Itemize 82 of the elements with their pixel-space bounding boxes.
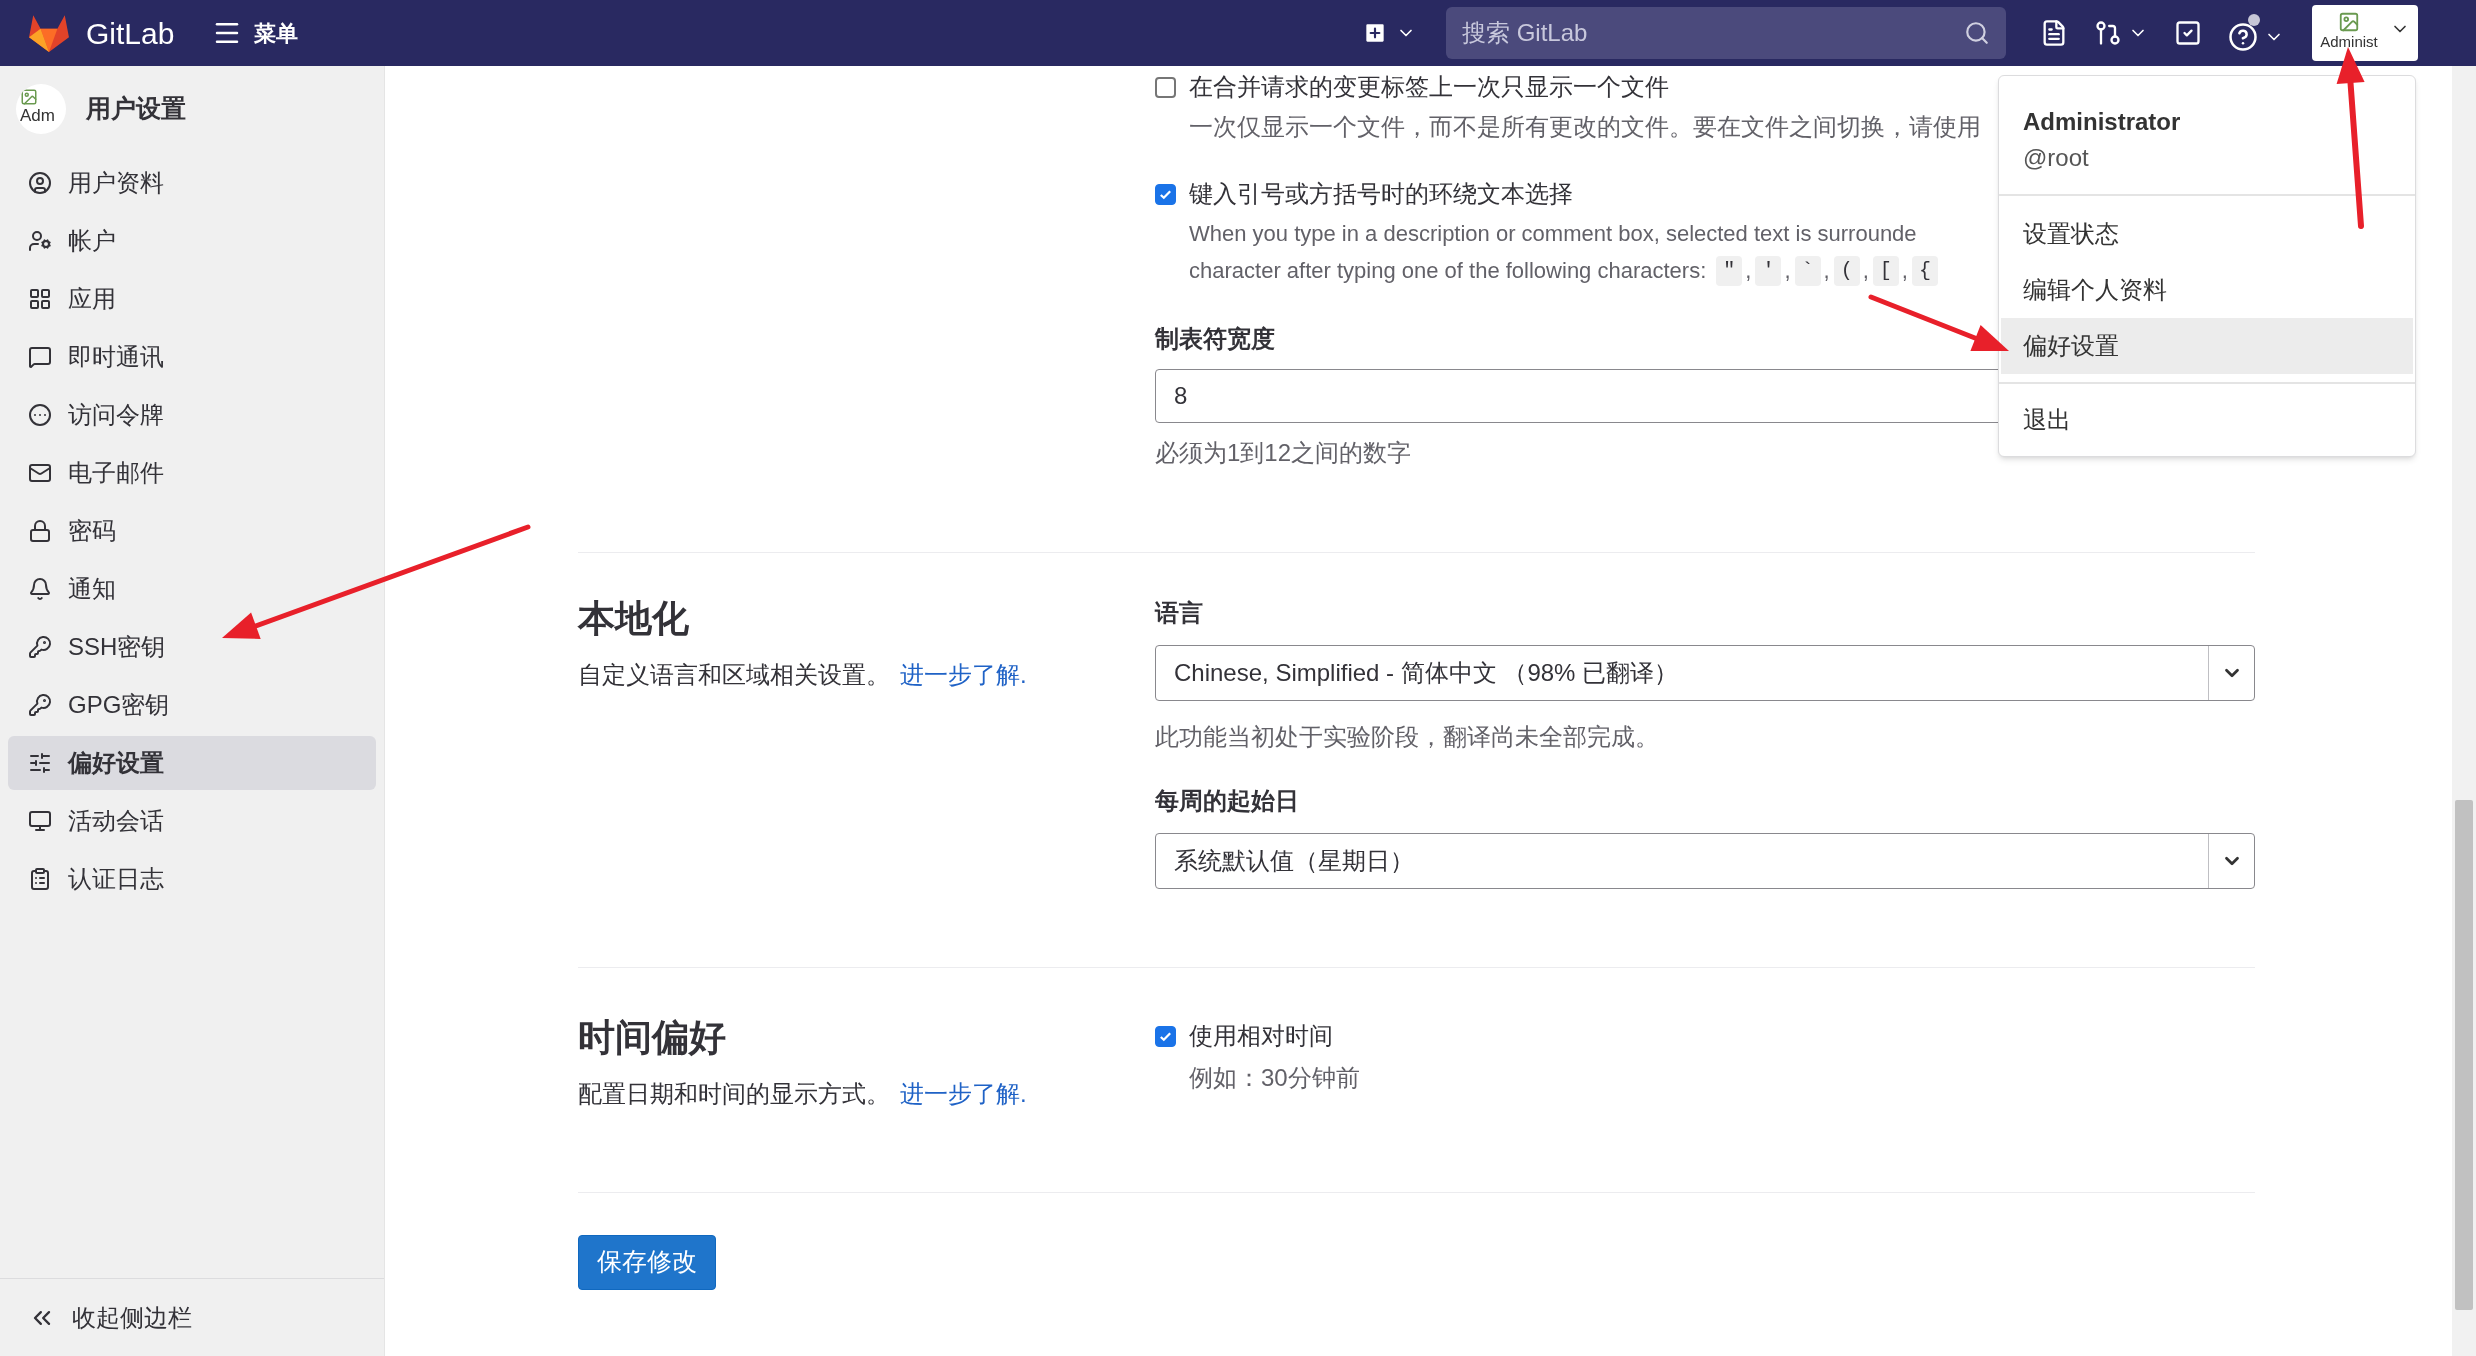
sidebar-item[interactable]: SSH密钥 <box>8 620 376 674</box>
sidebar-item[interactable]: 访问令牌 <box>8 388 376 442</box>
code-chip: ' <box>1755 255 1782 286</box>
user-handle: @root <box>2023 143 2090 173</box>
scrollbar-thumb[interactable] <box>2455 800 2473 1310</box>
save-button[interactable]: 保存修改 <box>578 1234 716 1290</box>
separator: , <box>1745 257 1752 285</box>
help-icon <box>2228 22 2258 52</box>
section-title: 时间偏好 <box>578 1016 727 1060</box>
option-label: 使用相对时间 <box>1189 1021 1333 1051</box>
sidebar-item[interactable]: 应用 <box>8 272 376 326</box>
sidebar-item[interactable]: 密码 <box>8 504 376 558</box>
sidebar-item[interactable]: 用户资料 <box>8 156 376 210</box>
code-chip: { <box>1912 255 1938 286</box>
lock-icon <box>28 519 52 543</box>
sidebar-item[interactable]: GPG密钥 <box>8 678 376 732</box>
code-chip: ( <box>1833 255 1860 286</box>
select-field[interactable]: 系统默认值（星期日） <box>1155 833 2255 889</box>
merge-request-icon <box>2094 19 2122 47</box>
sidebar-item[interactable]: 帐户 <box>8 214 376 268</box>
search-input[interactable]: 搜索 GitLab <box>1462 15 1964 51</box>
learn-more-link[interactable]: 进一步了解. <box>900 1079 1027 1107</box>
option-description: character after typing one of the following characters: <box>1189 257 1707 285</box>
menu-button[interactable]: 菜单 <box>202 11 309 55</box>
checkbox[interactable] <box>1155 183 1176 205</box>
sidebar-item[interactable]: 活动会话 <box>8 794 376 848</box>
checkbox[interactable] <box>1155 1025 1176 1047</box>
menu-item[interactable]: 设置状态 <box>2001 206 2413 262</box>
section-description: 自定义语言和区域相关设置。 进一步了解. <box>578 659 1028 690</box>
search-field[interactable]: 搜索 GitLab <box>1446 7 2006 59</box>
select-field[interactable]: Chinese, Simplified - 简体中文 （98% 已翻译） <box>1155 645 2255 701</box>
sidebar-item[interactable]: 通知 <box>8 562 376 616</box>
menu-item[interactable]: 编辑个人资料 <box>2001 262 2413 318</box>
collapse-sidebar-button[interactable]: 收起侧边栏 <box>0 1278 384 1356</box>
field-label: 制表符宽度 <box>1155 324 1275 354</box>
user-name: Administrator <box>2023 107 2182 137</box>
key-icon <box>28 635 52 659</box>
user-gear-icon <box>28 229 52 253</box>
sidebar-item[interactable]: 即时通讯 <box>8 330 376 384</box>
menu-item[interactable]: 偏好设置 <box>2001 318 2413 374</box>
sidebar-item[interactable]: 电子邮件 <box>8 446 376 500</box>
option-description: When you type in a description or comment box, selected text is surrounde <box>1189 220 1917 248</box>
search-icon <box>1964 20 1990 46</box>
sliders-icon <box>28 751 52 775</box>
chat-bubble-icon <box>28 345 52 369</box>
envelope-icon <box>28 461 52 485</box>
separator: , <box>1901 257 1908 285</box>
option-label: 在合并请求的变更标签上一次只显示一个文件 <box>1189 72 1669 102</box>
fox-logo-icon <box>28 13 70 53</box>
list-icon <box>28 867 52 891</box>
todo-check-icon[interactable] <box>2174 19 2202 47</box>
avatar: Adm <box>16 84 66 134</box>
separator: , <box>1823 257 1830 285</box>
field-label: 每周的起始日 <box>1155 786 1299 816</box>
help-text: 此功能当初处于实验阶段，翻译尚未全部完成。 <box>1155 722 1660 752</box>
bell-icon <box>28 577 52 601</box>
code-chip: ` <box>1794 255 1821 286</box>
option-description: 一次仅显示一个文件，而不是所有更改的文件。要在文件之间切换，请使用 <box>1189 111 1981 142</box>
help-text: 必须为1到12之间的数字 <box>1155 438 1413 468</box>
sidebar-title: 用户设置 <box>86 93 186 125</box>
key-icon <box>28 693 52 717</box>
separator: , <box>1784 257 1791 285</box>
learn-more-link[interactable]: 进一步了解. <box>900 660 1027 688</box>
user-circle-icon <box>28 171 52 195</box>
broken-image-icon <box>2338 11 2360 33</box>
code-chip: " <box>1716 255 1743 286</box>
option-label: 键入引号或方括号时的环绕文本选择 <box>1189 179 1573 209</box>
user-avatar-button[interactable]: Administ <box>2312 5 2418 61</box>
code-chip: [ <box>1872 255 1899 286</box>
field-label: 语言 <box>1155 598 1203 628</box>
monitor-icon <box>28 809 52 833</box>
sidebar-item[interactable]: 偏好设置 <box>8 736 376 790</box>
section-title: 本地化 <box>578 597 690 641</box>
sidebar-item[interactable]: 认证日志 <box>8 852 376 906</box>
broken-image-icon <box>20 88 38 106</box>
brand-name: GitLab <box>86 15 175 52</box>
section-description: 配置日期和时间的显示方式。 进一步了解. <box>578 1078 1028 1109</box>
grid-icon <box>28 287 52 311</box>
separator: , <box>1862 257 1869 285</box>
ellipsis-icon <box>28 403 52 427</box>
option-description: 例如：30分钟前 <box>1188 1063 1361 1093</box>
checkbox[interactable] <box>1155 76 1176 98</box>
